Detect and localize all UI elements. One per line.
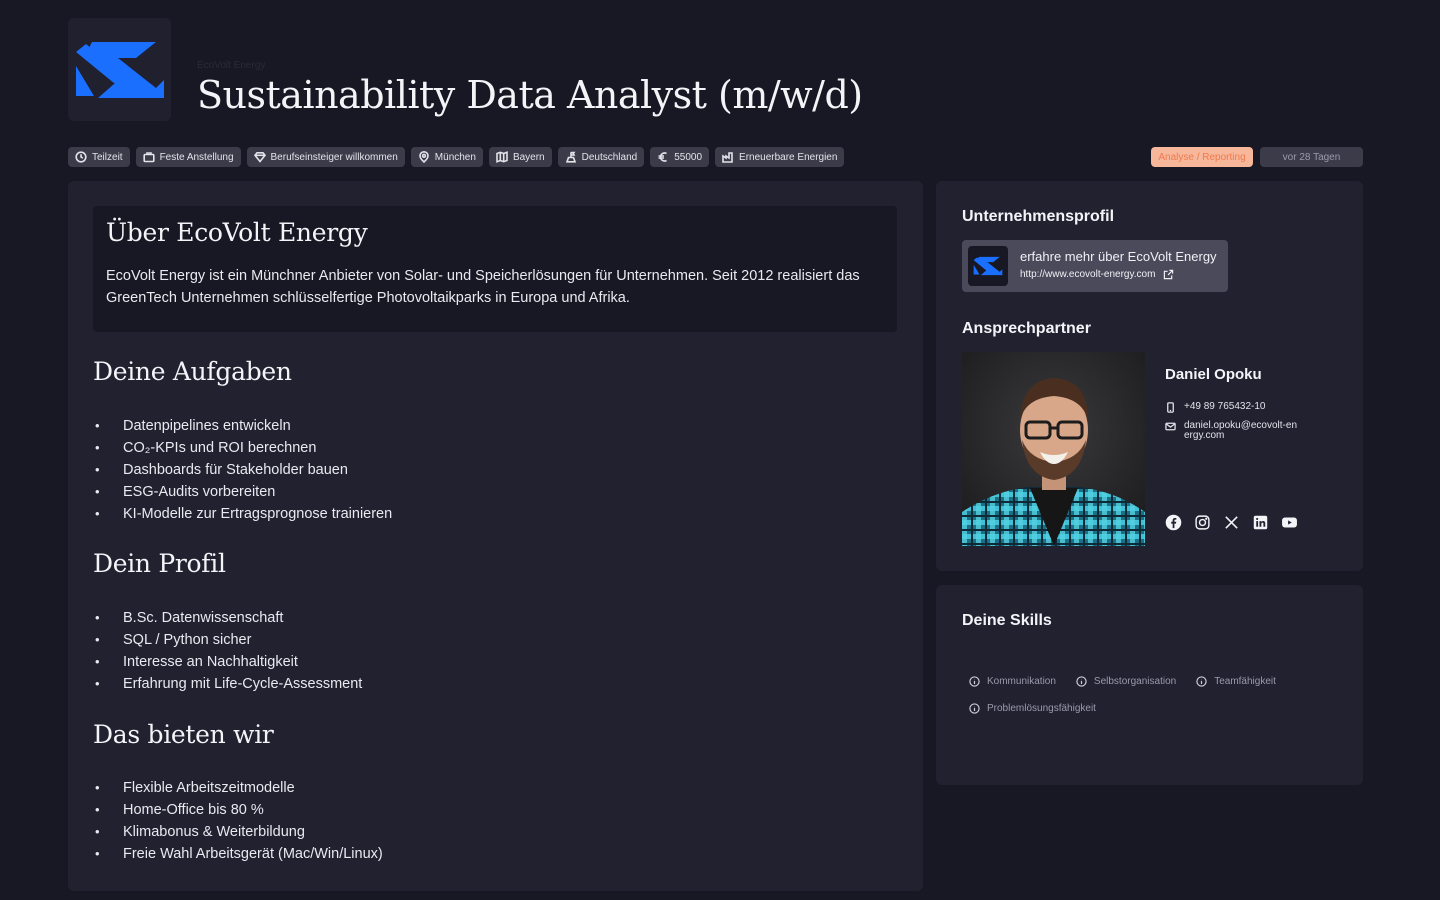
company-contact-card: Unternehmensprofil erfahre mehr über Eco… — [936, 181, 1363, 571]
company-url-row: http://www.ecovolt-energy.com — [1020, 269, 1174, 280]
contact-heading: Ansprechpartner — [962, 320, 1091, 337]
offer-list: Flexible Arbeitszeitmodelle Home-Office … — [93, 777, 383, 865]
about-title: Über EcoVolt Energy — [106, 218, 368, 247]
offer-heading: Das bieten wir — [93, 720, 274, 749]
list-item: Dashboards für Stakeholder bauen — [93, 459, 392, 481]
skill-label: Teamfähigkeit — [1214, 675, 1276, 687]
ecovolt-logo-icon — [973, 256, 1003, 276]
tag-label: München — [434, 151, 476, 163]
list-item: Interesse an Nachhaltigkeit — [93, 651, 362, 673]
posted-date-badge: vor 28 Tagen — [1260, 147, 1363, 167]
external-link-icon — [1164, 269, 1174, 280]
tag-state[interactable]: Bayern — [488, 147, 552, 167]
social-links — [1165, 514, 1298, 531]
about-text: EcoVolt Energy ist ein Münchner Anbieter… — [106, 268, 860, 306]
contact-email: daniel.opoku@ecovolt-energy.com — [1184, 420, 1298, 441]
contact-name: Daniel Opoku — [1165, 366, 1262, 383]
euro-icon — [658, 152, 668, 162]
company-profile-heading: Unternehmensprofil — [962, 208, 1115, 225]
skills-heading: Deine Skills — [962, 612, 1052, 629]
skill-chip[interactable]: Kommunikation — [962, 671, 1063, 691]
skills-card: Deine Skills Kommunikation Selbstorganis… — [936, 585, 1363, 785]
company-url[interactable]: http://www.ecovolt-energy.com — [1020, 269, 1155, 280]
tag-label: 55000 — [674, 151, 703, 163]
profile-list: B.Sc. Datenwissenschaft SQL / Python sic… — [93, 607, 362, 695]
facebook-icon[interactable] — [1165, 514, 1182, 531]
instagram-icon[interactable] — [1194, 514, 1211, 531]
company-name-small: EcoVolt Energy — [197, 60, 266, 71]
skill-chip[interactable]: Selbstorganisation — [1069, 671, 1183, 691]
tag-country[interactable]: Deutschland — [557, 147, 645, 167]
tag-experience[interactable]: Berufseinsteiger willkommen — [246, 147, 405, 167]
contact-photo — [962, 352, 1145, 546]
tag-employment-time[interactable]: Teilzeit — [68, 147, 130, 167]
list-item: CO₂-KPIs und ROI berechnen — [93, 437, 392, 459]
phone-icon — [1167, 402, 1174, 413]
ecovolt-logo-icon — [75, 41, 164, 98]
info-icon — [969, 702, 980, 714]
tag-label: Erneuerbare Energien — [739, 151, 838, 163]
list-item: SQL / Python sicher — [93, 629, 362, 651]
briefcase-icon — [142, 152, 155, 163]
info-icon — [1196, 675, 1207, 687]
tag-salary[interactable]: 55000 — [650, 147, 710, 167]
mail-icon — [1165, 422, 1176, 431]
info-icon — [1076, 675, 1087, 687]
tag-label: Bayern — [512, 151, 545, 163]
factory-icon — [722, 152, 733, 163]
tasks-list: Datenpipelines entwickeln CO₂-KPIs und R… — [93, 415, 392, 525]
contact-phone: +49 89 765432-10 — [1184, 401, 1266, 412]
flag-icon — [565, 151, 576, 163]
contact-phone-row[interactable]: +49 89 765432-10 — [1165, 402, 1265, 413]
job-tags: Teilzeit Feste Anstellung Berufseinsteig… — [68, 147, 845, 167]
list-item: Datenpipelines entwickeln — [93, 415, 392, 437]
company-mini-logo — [968, 246, 1008, 286]
skills-list: Kommunikation Selbstorganisation Teamfäh… — [962, 671, 1342, 718]
skill-chip[interactable]: Teamfähigkeit — [1189, 671, 1283, 691]
list-item: B.Sc. Datenwissenschaft — [93, 607, 362, 629]
map-icon — [496, 151, 508, 163]
company-link-text: erfahre mehr über EcoVolt Energy — [1020, 249, 1217, 264]
diamond-icon — [253, 152, 266, 163]
tag-label: Teilzeit — [92, 151, 123, 163]
youtube-icon[interactable] — [1281, 514, 1298, 531]
list-item: Freie Wahl Arbeitsgerät (Mac/Win/Linux) — [93, 843, 383, 865]
list-item: Erfahrung mit Life-Cycle-Assessment — [93, 673, 362, 695]
tag-contract-type[interactable]: Feste Anstellung — [135, 147, 241, 167]
category-badge[interactable]: Analyse / Reporting — [1151, 147, 1253, 167]
skill-chip[interactable]: Problemlösungsfähigkeit — [962, 698, 1103, 718]
tag-city[interactable]: München — [410, 147, 483, 167]
profile-heading: Dein Profil — [93, 549, 226, 578]
tasks-heading: Deine Aufgaben — [93, 357, 292, 386]
clock-icon — [75, 151, 87, 163]
contact-email-row[interactable]: daniel.opoku@ecovolt-energy.com — [1165, 421, 1305, 441]
skill-label: Kommunikation — [987, 675, 1056, 687]
company-profile-link[interactable]: erfahre mehr über EcoVolt Energy http://… — [962, 240, 1228, 292]
list-item: Klimabonus & Weiterbildung — [93, 821, 383, 843]
info-icon — [969, 675, 980, 687]
linkedin-icon[interactable] — [1252, 514, 1269, 531]
about-company-box: Über EcoVolt Energy EcoVolt Energy ist e… — [93, 206, 897, 332]
tag-label: Deutschland — [581, 151, 638, 163]
tag-industry[interactable]: Erneuerbare Energien — [715, 147, 845, 167]
x-icon[interactable] — [1223, 514, 1240, 531]
list-item: ESG-Audits vorbereiten — [93, 481, 392, 503]
company-logo — [68, 18, 171, 121]
map-pin-icon — [418, 151, 429, 163]
tag-label: Berufseinsteiger willkommen — [270, 151, 398, 163]
list-item: Home-Office bis 80 % — [93, 799, 383, 821]
list-item: KI-Modelle zur Ertragsprognose trainiere… — [93, 503, 392, 525]
list-item: Flexible Arbeitszeitmodelle — [93, 777, 383, 799]
job-title: Sustainability Data Analyst (m/w/d) — [197, 73, 863, 117]
job-description-panel: Über EcoVolt Energy EcoVolt Energy ist e… — [68, 181, 923, 891]
tag-label: Feste Anstellung — [159, 151, 234, 163]
skill-label: Problemlösungsfähigkeit — [987, 702, 1096, 714]
skill-label: Selbstorganisation — [1093, 675, 1177, 687]
